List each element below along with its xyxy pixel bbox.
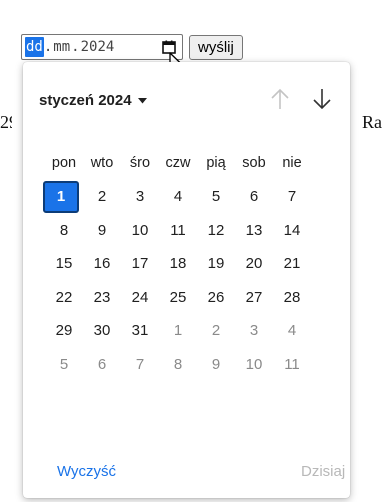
date-separator: .	[71, 39, 80, 55]
month-year-label: styczeń 2024	[39, 92, 132, 109]
calendar-grid: pon wto śro czw pią sob nie 1 2 3 4 5 6 7 8 9 10 11 12 13 14…	[43, 147, 311, 380]
weekday-header: nie	[282, 155, 302, 171]
day-cell[interactable]: 20	[235, 248, 273, 280]
day-cell[interactable]: 3	[121, 181, 159, 213]
weekday-header: czw	[165, 155, 191, 171]
day-cell[interactable]: 26	[197, 281, 235, 313]
day-cell[interactable]: 31	[121, 315, 159, 347]
day-cell[interactable]: 10	[121, 214, 159, 246]
day-cell[interactable]: 4	[273, 315, 311, 347]
day-cell[interactable]: 23	[83, 281, 121, 313]
day-cell[interactable]: 3	[235, 315, 273, 347]
today-button: Dzisiaj	[301, 463, 346, 480]
day-segment[interactable]: dd	[25, 37, 44, 57]
day-cell[interactable]: 19	[197, 248, 235, 280]
year-segment[interactable]: 2024	[80, 37, 116, 57]
day-cell[interactable]: 17	[121, 248, 159, 280]
day-cell[interactable]: 16	[83, 248, 121, 280]
day-cell[interactable]: 7	[121, 348, 159, 380]
month-segment[interactable]: mm	[52, 37, 71, 57]
day-cell[interactable]: 4	[159, 181, 197, 213]
day-cell[interactable]: 8	[45, 214, 83, 246]
day-cell[interactable]: 18	[159, 248, 197, 280]
weekday-header: śro	[129, 155, 151, 171]
day-cell[interactable]: 5	[197, 181, 235, 213]
selected-day[interactable]: 1	[43, 180, 79, 213]
day-cell[interactable]: 28	[273, 281, 311, 313]
day-cell[interactable]: 5	[45, 348, 83, 380]
weekday-header: pon	[51, 155, 77, 171]
caret-down-icon	[137, 97, 147, 103]
day-cell[interactable]: 14	[273, 214, 311, 246]
day-cell[interactable]: 25	[159, 281, 197, 313]
day-cell[interactable]: 13	[235, 214, 273, 246]
day-cell[interactable]: 29	[45, 315, 83, 347]
day-cell[interactable]: 6	[235, 181, 273, 213]
day-cell[interactable]: 12	[197, 214, 235, 246]
day-cell[interactable]: 22	[45, 281, 83, 313]
day-cell[interactable]: 2	[83, 181, 121, 213]
month-year-selector[interactable]: styczeń 2024	[39, 92, 147, 109]
day-cell[interactable]: 6	[83, 348, 121, 380]
day-cell[interactable]: 21	[273, 248, 311, 280]
day-cell[interactable]: 2	[197, 315, 235, 347]
arrow-down-icon[interactable]	[311, 87, 333, 111]
clear-button[interactable]: Wyczyść	[57, 463, 116, 480]
day-cell[interactable]: 1	[159, 315, 197, 347]
date-picker-popup: styczeń 2024 pon wto śro czw pią sob nie 1 2 3 4 5 6…	[23, 62, 350, 498]
day-cell[interactable]: 9	[197, 348, 235, 380]
weekday-header: wto	[90, 155, 114, 171]
day-cell[interactable]: 24	[121, 281, 159, 313]
page: 29 Ra dd . mm . 2024 wyślij styczeń 2024	[0, 0, 390, 502]
arrow-up-icon[interactable]	[269, 87, 291, 111]
date-input[interactable]: dd . mm . 2024	[21, 34, 183, 60]
day-cell[interactable]: 27	[235, 281, 273, 313]
weekday-header: sob	[242, 155, 266, 171]
day-cell[interactable]: 11	[159, 214, 197, 246]
day-cell[interactable]: 15	[45, 248, 83, 280]
day-cell[interactable]: 10	[235, 348, 273, 380]
day-cell[interactable]: 7	[273, 181, 311, 213]
day-cell[interactable]: 11	[273, 348, 311, 380]
day-cell[interactable]: 30	[83, 315, 121, 347]
day-cell[interactable]: 8	[159, 348, 197, 380]
day-cell[interactable]: 9	[83, 214, 121, 246]
background-text-right: Ra	[362, 112, 382, 132]
submit-button[interactable]: wyślij	[189, 35, 243, 60]
date-separator: .	[43, 39, 53, 55]
background-text-left: 29	[0, 112, 12, 132]
weekday-header: pią	[206, 155, 226, 171]
